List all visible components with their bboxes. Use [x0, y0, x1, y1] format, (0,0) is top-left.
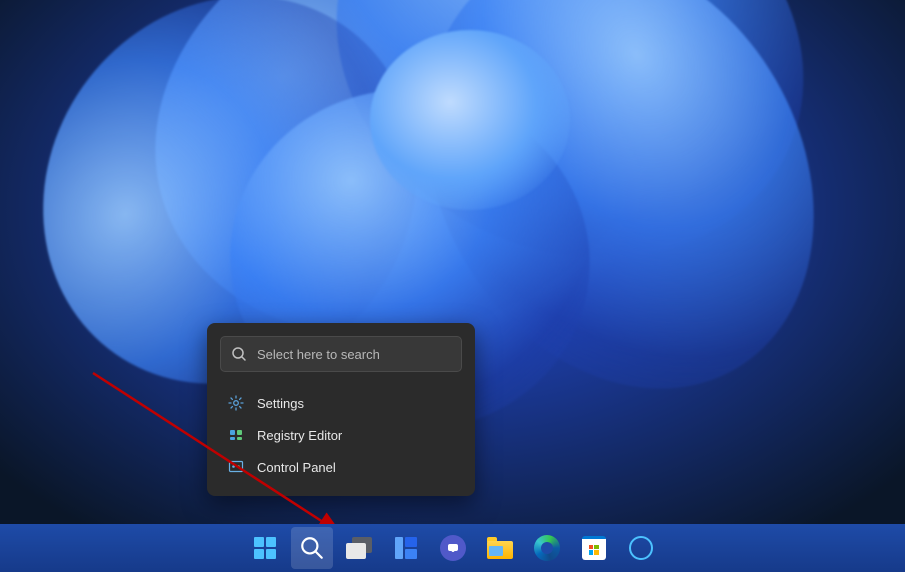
explorer-icon: [487, 537, 513, 559]
file-explorer-button[interactable]: [479, 527, 521, 569]
cortana-icon: [629, 536, 653, 560]
search-flyout: Settings Registry Editor Control Panel: [207, 323, 475, 496]
recent-items-list: Settings Registry Editor Control Panel: [220, 387, 462, 483]
chat-button[interactable]: [432, 527, 474, 569]
search-input[interactable]: [257, 347, 451, 362]
start-button[interactable]: [244, 527, 286, 569]
control-panel-icon: [228, 459, 244, 475]
search-icon: [299, 535, 325, 561]
recent-item-settings[interactable]: Settings: [220, 387, 462, 419]
chat-icon: [440, 535, 466, 561]
taskbar: [0, 524, 905, 572]
cortana-button[interactable]: [620, 527, 662, 569]
store-icon: [582, 536, 606, 560]
settings-gear-icon: [228, 395, 244, 411]
edge-icon: [534, 535, 560, 561]
search-icon: [231, 346, 247, 362]
task-view-button[interactable]: [338, 527, 380, 569]
windows-icon: [254, 537, 276, 559]
microsoft-store-button[interactable]: [573, 527, 615, 569]
recent-item-label: Settings: [257, 396, 304, 411]
recent-item-registry-editor[interactable]: Registry Editor: [220, 419, 462, 451]
recent-item-control-panel[interactable]: Control Panel: [220, 451, 462, 483]
recent-item-label: Registry Editor: [257, 428, 342, 443]
recent-item-label: Control Panel: [257, 460, 336, 475]
taskview-icon: [346, 537, 372, 559]
edge-button[interactable]: [526, 527, 568, 569]
search-button[interactable]: [291, 527, 333, 569]
search-input-container[interactable]: [220, 336, 462, 372]
widgets-button[interactable]: [385, 527, 427, 569]
widgets-icon: [395, 537, 417, 559]
registry-icon: [228, 427, 244, 443]
